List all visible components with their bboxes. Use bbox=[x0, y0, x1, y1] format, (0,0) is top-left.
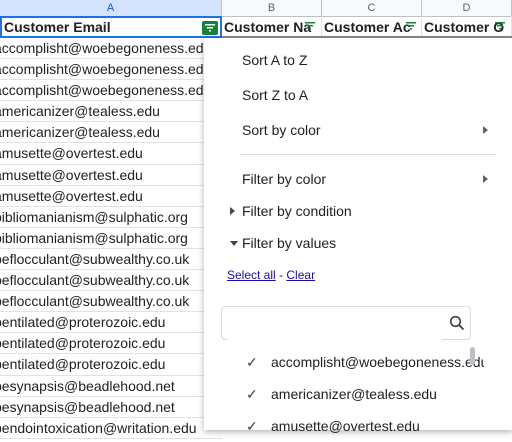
table-row[interactable]: bentilated@proterozoic.edu bbox=[0, 333, 222, 355]
table-row[interactable]: americanizer@tealess.edu bbox=[0, 122, 222, 144]
value-label: americanizer@tealess.edu bbox=[271, 386, 437, 402]
table-row[interactable]: accomplisht@woebegoneness.edu bbox=[0, 59, 222, 81]
values-list: ✓ accomplisht@woebegoneness.edu ✓ americ… bbox=[244, 346, 484, 442]
filter-menu: Sort A to Z Sort Z to A Sort by color Fi… bbox=[204, 38, 512, 434]
menu-item-filter-by-values[interactable]: Filter by values bbox=[242, 235, 336, 251]
link-separator: - bbox=[279, 268, 284, 282]
filter-button-customer-account[interactable] bbox=[403, 19, 419, 33]
table-row[interactable]: bentilated@proterozoic.edu bbox=[0, 312, 222, 334]
list-item[interactable]: ✓ amusette@overtest.edu bbox=[244, 410, 484, 442]
header-cell-customer-email[interactable]: Customer Email bbox=[0, 16, 222, 38]
filter-icon bbox=[495, 22, 505, 30]
value-label: amusette@overtest.edu bbox=[271, 418, 420, 434]
filter-button-customer-o[interactable] bbox=[492, 19, 508, 33]
list-item[interactable]: ✓ accomplisht@woebegoneness.edu bbox=[244, 346, 484, 378]
header-cell-customer-name[interactable]: Customer Na bbox=[222, 16, 322, 36]
table-row[interactable]: accomplisht@woebegoneness.edu bbox=[0, 38, 222, 60]
values-search-input[interactable] bbox=[228, 308, 442, 340]
select-links: Select all - Clear bbox=[227, 268, 315, 282]
chevron-right-icon bbox=[483, 175, 488, 183]
table-row[interactable]: americanizer@tealess.edu bbox=[0, 101, 222, 123]
table-row[interactable]: besynapsis@beadlehood.net bbox=[0, 397, 222, 418]
menu-item-sort-by-color[interactable]: Sort by color bbox=[242, 122, 321, 138]
table-row[interactable]: bibliomanianism@sulphatic.org bbox=[0, 228, 222, 249]
check-icon: ✓ bbox=[246, 386, 258, 402]
list-item[interactable]: ✓ americanizer@tealess.edu bbox=[244, 378, 484, 410]
header-label-customer-email: Customer Email bbox=[4, 19, 111, 35]
header-cell-customer-o[interactable]: Customer O bbox=[422, 16, 512, 36]
filter-button-customer-name[interactable] bbox=[302, 19, 318, 33]
value-label: accomplisht@woebegoneness.edu bbox=[271, 354, 484, 370]
select-all-link[interactable]: Select all bbox=[227, 268, 276, 282]
table-row[interactable]: amusette@overtest.edu bbox=[0, 165, 222, 186]
menu-item-sort-a-z[interactable]: Sort A to Z bbox=[242, 52, 307, 68]
column-header-strip: A B C D bbox=[0, 0, 512, 17]
search-icon[interactable] bbox=[449, 315, 465, 331]
table-row[interactable]: bentilated@proterozoic.edu bbox=[0, 354, 222, 376]
values-scrollbar[interactable] bbox=[470, 347, 475, 365]
column-header-b[interactable]: B bbox=[222, 0, 322, 16]
column-header-c[interactable]: C bbox=[322, 0, 422, 16]
column-header-d[interactable]: D bbox=[422, 0, 512, 16]
column-header-a[interactable]: A bbox=[0, 0, 222, 16]
table-row[interactable]: bibliomanianism@sulphatic.org bbox=[0, 207, 222, 228]
table-row[interactable]: besynapsis@beadlehood.net bbox=[0, 376, 222, 397]
table-row[interactable]: beflocculant@subwealthy.co.uk bbox=[0, 249, 222, 271]
filter-icon bbox=[305, 22, 315, 30]
menu-item-filter-by-condition[interactable]: Filter by condition bbox=[242, 203, 352, 219]
chevron-right-icon bbox=[483, 126, 488, 134]
table-row[interactable]: amusette@overtest.edu bbox=[0, 186, 222, 207]
table-row[interactable]: beflocculant@subwealthy.co.uk bbox=[0, 291, 222, 313]
check-icon: ✓ bbox=[246, 354, 258, 370]
column-a-cells: accomplisht@woebegoneness.edu accomplish… bbox=[0, 38, 222, 439]
table-row[interactable]: amusette@overtest.edu bbox=[0, 143, 222, 165]
table-row[interactable]: beflocculant@subwealthy.co.uk bbox=[0, 270, 222, 292]
menu-item-filter-by-color[interactable]: Filter by color bbox=[242, 171, 326, 187]
table-row[interactable]: bendointoxication@writation.edu bbox=[0, 418, 222, 439]
header-label-customer-name: Customer Na bbox=[224, 19, 312, 35]
values-search-box bbox=[221, 306, 471, 340]
filter-icon bbox=[406, 22, 416, 30]
header-cell-customer-account[interactable]: Customer Ac bbox=[322, 16, 422, 36]
expand-right-icon bbox=[230, 207, 235, 215]
table-row[interactable]: accomplisht@woebegoneness.edu bbox=[0, 80, 222, 102]
header-row: Customer Email Customer Na Customer Ac C… bbox=[0, 16, 512, 38]
filter-button-customer-email[interactable] bbox=[202, 21, 218, 35]
menu-item-sort-z-a[interactable]: Sort Z to A bbox=[242, 87, 308, 103]
check-icon: ✓ bbox=[246, 418, 258, 434]
clear-link[interactable]: Clear bbox=[286, 268, 315, 282]
filter-icon bbox=[205, 24, 215, 32]
header-label-customer-account: Customer Ac bbox=[324, 19, 411, 35]
collapse-down-icon bbox=[230, 241, 238, 246]
menu-divider bbox=[240, 154, 496, 155]
